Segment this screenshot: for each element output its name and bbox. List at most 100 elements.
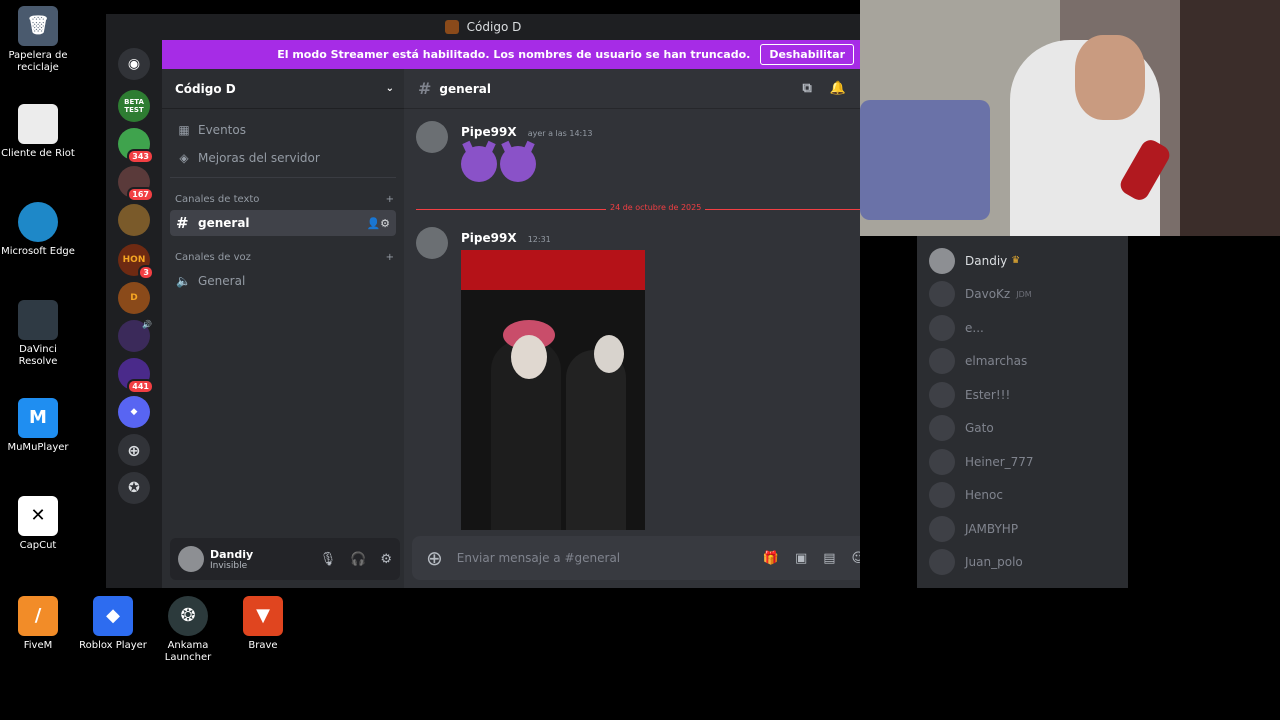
- sidebar-item-label: Eventos: [198, 123, 246, 137]
- member-item[interactable]: DavoKz JDM: [917, 278, 1128, 312]
- server-3[interactable]: 167: [118, 166, 154, 202]
- bell-icon[interactable]: 🔔: [830, 81, 846, 96]
- desktop-icon-capcut[interactable]: ✕ CapCut: [0, 496, 76, 552]
- member-item[interactable]: Juan_polo: [917, 546, 1128, 580]
- edge-icon: [18, 202, 58, 242]
- server-9[interactable]: ◆: [118, 396, 150, 428]
- member-item[interactable]: Ester!!!: [917, 378, 1128, 412]
- sticker-icon[interactable]: ▤: [823, 551, 835, 566]
- add-channel-icon[interactable]: +: [386, 252, 394, 263]
- message-timestamp: 12:31: [527, 235, 551, 244]
- member-item[interactable]: Dandiy ♛: [917, 244, 1128, 278]
- server-hon[interactable]: HON 3: [118, 244, 154, 280]
- avatar: [929, 549, 955, 576]
- capcut-icon: ✕: [18, 496, 58, 536]
- desktop-icon-mumu[interactable]: M MuMuPlayer: [0, 398, 76, 454]
- channel-header: # general ⧉ 🔔: [404, 69, 860, 109]
- desktop-icon-fivem[interactable]: / FiveM: [0, 596, 76, 652]
- server-7[interactable]: 🔊: [118, 320, 152, 352]
- channel-title: general: [439, 81, 491, 96]
- smiling-imp-emoji-icon: [461, 146, 497, 182]
- member-item[interactable]: e...: [917, 311, 1128, 345]
- roblox-icon: ◆: [93, 596, 133, 636]
- boost-icon: ◈: [179, 151, 189, 165]
- disable-streamer-mode-button[interactable]: Deshabilitar: [760, 44, 854, 65]
- threads-icon[interactable]: ⧉: [803, 81, 812, 96]
- gif-icon[interactable]: ▣: [795, 551, 807, 566]
- avatar: [929, 281, 955, 308]
- member-name: Ester!!!: [965, 387, 1011, 402]
- desktop-icon-davinci[interactable]: DaVinci Resolve: [0, 300, 76, 368]
- member-name: Henoc: [965, 488, 1003, 503]
- image-attachment[interactable]: [461, 250, 645, 530]
- microphone-icon[interactable]: 🎙: [320, 552, 337, 567]
- avatar: [929, 415, 955, 442]
- discover-button[interactable]: ✪: [118, 472, 150, 504]
- message-input[interactable]: Enviar mensaje a #general: [457, 551, 620, 565]
- category-voice-channels[interactable]: Canales de voz +: [162, 248, 404, 266]
- message: Pipe99X 12:31: [416, 227, 645, 530]
- channel-settings-icon[interactable]: 👤⚙: [366, 217, 390, 230]
- message-author[interactable]: Pipe99X: [461, 125, 517, 139]
- server-2[interactable]: 343: [118, 128, 154, 164]
- message-author[interactable]: Pipe99X: [461, 231, 517, 245]
- desktop-icon-brave[interactable]: ▼ Brave: [225, 596, 301, 652]
- desktop-icon-edge[interactable]: Microsoft Edge: [0, 202, 76, 258]
- banner-text: El modo Streamer está habilitado. Los no…: [277, 48, 751, 61]
- desktop-icon-ankama[interactable]: ❂ Ankama Launcher: [150, 596, 226, 664]
- avatar[interactable]: [416, 121, 448, 153]
- discord-home-button[interactable]: ◉: [118, 48, 150, 80]
- date-divider: 24 de octubre de 2025: [416, 203, 860, 212]
- avatar[interactable]: [178, 546, 204, 572]
- fivem-icon: /: [18, 596, 58, 636]
- speaker-icon: 🔈: [176, 274, 191, 288]
- member-item[interactable]: Heiner_777: [917, 445, 1128, 479]
- title-bar: Código D: [106, 14, 860, 40]
- member-item[interactable]: Gato: [917, 412, 1128, 446]
- mention-badge: 167: [127, 187, 154, 202]
- gift-icon[interactable]: 🎁: [763, 551, 779, 566]
- desktop-icon-riot-client[interactable]: Cliente de Riot: [0, 104, 76, 160]
- desktop-icon-recycle-bin[interactable]: 🗑 Papelera de reciclaje: [0, 6, 76, 74]
- server-beta-test[interactable]: BETA TEST: [118, 90, 150, 122]
- sidebar-item-events[interactable]: ▦ Eventos: [170, 117, 396, 143]
- emoji-icon[interactable]: ☺: [852, 551, 860, 566]
- speaker-icon: 🔊: [142, 320, 152, 329]
- gear-icon[interactable]: ⚙: [380, 552, 392, 567]
- sidebar-item-server-boosts[interactable]: ◈ Mejoras del servidor: [170, 145, 396, 171]
- message-composer[interactable]: ⊕ Enviar mensaje a #general 🎁 ▣ ▤ ☺ ✣: [412, 536, 860, 580]
- member-name: e...: [965, 320, 984, 335]
- mumu-icon: M: [18, 398, 58, 438]
- member-item[interactable]: JAMBYHP: [917, 512, 1128, 546]
- member-item[interactable]: elmarchas: [917, 345, 1128, 379]
- date-divider-label: 24 de octubre de 2025: [606, 203, 706, 212]
- hash-icon: #: [176, 214, 189, 232]
- server-8[interactable]: 441: [118, 358, 154, 394]
- server-4[interactable]: [118, 204, 150, 236]
- avatar: [929, 247, 955, 274]
- voice-channel-general[interactable]: 🔈 General: [170, 268, 396, 294]
- webcam-overlay: [860, 0, 1280, 236]
- guild-header[interactable]: Código D ⌄: [162, 69, 404, 109]
- avatar[interactable]: [416, 227, 448, 259]
- desktop-icon-roblox[interactable]: ◆ Roblox Player: [75, 596, 151, 652]
- add-server-button[interactable]: ⊕: [118, 434, 150, 466]
- desktop-icon-label: Papelera de reciclaje: [8, 50, 68, 73]
- desktop-icon-label: Brave: [248, 640, 278, 651]
- message-timestamp: ayer a las 14:13: [527, 129, 593, 138]
- upload-plus-icon[interactable]: ⊕: [426, 546, 443, 570]
- member-name: Heiner_777: [965, 454, 1034, 469]
- category-text-channels[interactable]: Canales de texto +: [162, 190, 404, 208]
- photo-mask: [594, 335, 624, 373]
- webcam-bed: [860, 100, 990, 220]
- channel-general[interactable]: # general 👤⚙: [170, 210, 396, 236]
- headphones-icon[interactable]: 🎧: [350, 552, 366, 567]
- member-item[interactable]: Henoc: [917, 479, 1128, 513]
- server-codigo-d[interactable]: D: [118, 282, 150, 314]
- desktop-icon-label: Roblox Player: [79, 640, 147, 651]
- desktop-icon-label: Ankama Launcher: [164, 640, 212, 663]
- channel-label: General: [198, 274, 246, 288]
- server-label: BETA TEST: [124, 98, 144, 114]
- add-channel-icon[interactable]: +: [386, 194, 394, 205]
- document-icon: [18, 104, 58, 144]
